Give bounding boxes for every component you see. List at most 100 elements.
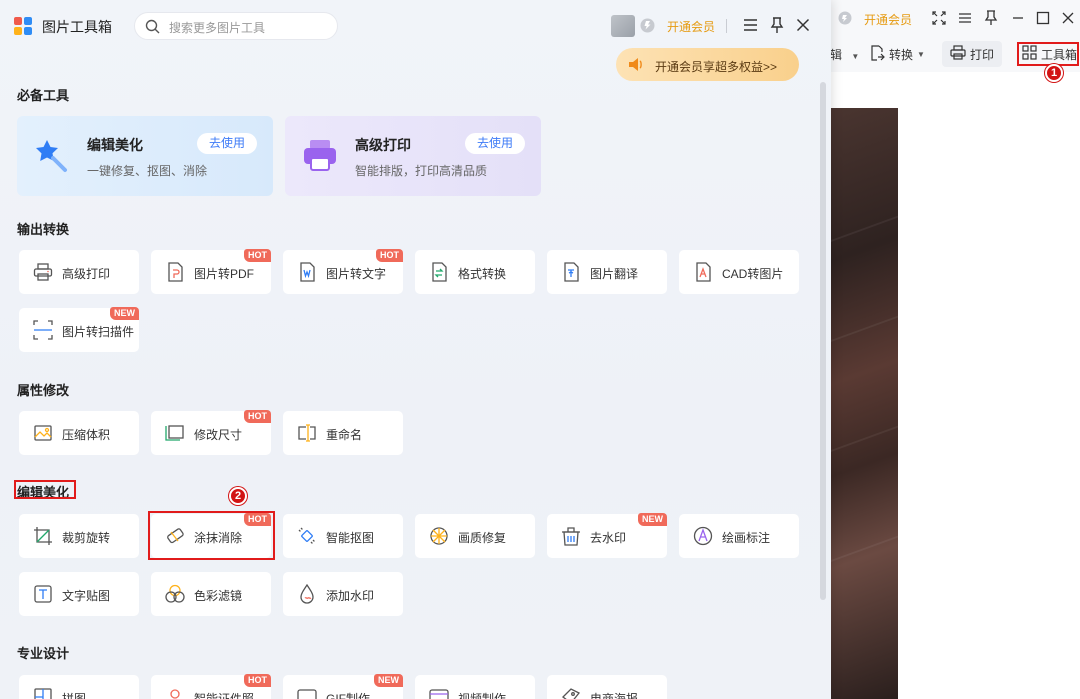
fullscreen-icon[interactable] [932,11,946,28]
tool-rename[interactable]: 重命名 [283,411,403,455]
draw-annotate-icon [693,526,713,546]
feature-card-title: 编辑美化 [87,137,143,153]
edit-menu-partial[interactable]: 辑 ▼ [830,46,859,63]
gif-icon [297,687,317,699]
tool-text-sticker[interactable]: 文字贴图 [19,572,139,616]
feature-card-title: 高级打印 [355,137,411,153]
tool-label: 重命名 [326,428,363,442]
tool-label: 高级打印 [62,267,111,281]
tool-quality-restore[interactable]: 画质修复 [415,514,535,558]
rename-icon [297,423,317,443]
remove-watermark-icon [561,526,581,546]
search-input[interactable]: 搜索更多图片工具 [134,12,338,40]
annotation-box-toolbox [1017,42,1079,66]
vip-shield-icon [838,11,852,25]
section-title-essential: 必备工具 [17,88,70,103]
tool-label: CAD转图片 [722,267,784,281]
window-close-icon[interactable] [1061,11,1075,28]
tool-video-maker[interactable]: 视频制作 [415,675,535,699]
search-placeholder: 搜索更多图片工具 [169,21,266,35]
annotation-marker-2: 2 [229,487,247,505]
tool-compress[interactable]: 压缩体积 [19,411,139,455]
feature-card-desc: 一键修复、抠图、消除 [87,164,208,178]
text-sticker-icon [33,584,53,604]
tool-smart-cutout[interactable]: 智能抠图 [283,514,403,558]
app-logo-icon [14,17,32,35]
tool-label: 图片转扫描件 [62,325,135,339]
tool-draw-annotate[interactable]: 绘画标注 [679,514,799,558]
tool-label: 画质修复 [458,531,507,545]
tool-label: 绘画标注 [722,531,771,545]
tool-ecommerce-poster[interactable]: 电商海报 [547,675,667,699]
feature-card-edit[interactable]: 编辑美化 一键修复、抠图、消除 去使用 [17,116,273,196]
tool-image-translate[interactable]: 图片翻译 [547,250,667,294]
tool-collage[interactable]: 拼图 [19,675,139,699]
tool-label: 去水印 [590,531,627,545]
chevron-down-icon: ▼ [851,52,860,61]
new-badge: NEW [638,513,667,526]
color-filter-icon [165,584,185,604]
tool-image-to-text[interactable]: 图片转文字 HOT [283,249,403,294]
vip-lightning-icon [640,18,655,36]
menu-icon[interactable] [743,18,758,35]
pin-icon[interactable] [770,17,784,36]
avatar[interactable] [611,15,635,37]
tool-resize[interactable]: 修改尺寸 HOT [151,410,271,455]
compress-icon [33,423,53,443]
id-photo-icon [165,687,185,699]
tool-advanced-print[interactable]: 高级打印 [19,250,139,294]
hamburger-menu-icon[interactable] [958,11,972,28]
section-title-design: 专业设计 [17,646,70,661]
pin-icon[interactable] [984,10,998,28]
vip-promo-banner[interactable]: 开通会员享超多权益>> [616,48,799,81]
translate-icon [561,262,581,282]
close-icon[interactable] [796,18,810,35]
format-convert-icon [429,262,449,282]
tool-label: 拼图 [62,692,87,699]
use-button[interactable]: 去使用 [465,133,525,154]
crop-icon [33,526,53,546]
tool-label: 图片转PDF [194,267,255,281]
new-badge: NEW [374,674,403,687]
new-badge: NEW [110,307,139,320]
hot-badge: HOT [244,249,271,262]
vip-link[interactable]: 开通会员 [667,18,715,35]
convert-button[interactable]: 转换 ▼ [870,45,925,64]
annotation-box-erase-tool [148,511,275,560]
convert-label: 转换 [889,48,914,62]
tool-label: 智能证件照 [194,692,255,699]
tool-id-photo[interactable]: 智能证件照 HOT [151,674,271,699]
maximize-icon[interactable] [1036,11,1050,28]
printer-icon [33,262,53,282]
preview-photo [830,108,898,699]
tool-format-convert[interactable]: 格式转换 [415,250,535,294]
use-button[interactable]: 去使用 [197,133,257,154]
tool-cad-to-image[interactable]: CAD转图片 [679,250,799,294]
tool-crop-rotate[interactable]: 裁剪旋转 [19,514,139,558]
tool-label: 图片翻译 [590,267,639,281]
print-button[interactable]: 打印 [942,41,1003,67]
tool-label: 格式转换 [458,267,507,281]
feature-card-print[interactable]: 高级打印 智能排版，打印高清品质 去使用 [285,116,541,196]
collage-icon [33,687,53,699]
panel-scrollbar-thumb[interactable] [820,82,826,600]
tool-label: 压缩体积 [62,428,111,442]
hot-badge: HOT [244,674,271,687]
tool-label: 修改尺寸 [194,428,243,442]
tool-color-filter[interactable]: 色彩滤镜 [151,572,271,616]
minimize-icon[interactable] [1011,11,1025,28]
tool-gif-maker[interactable]: GIF制作 NEW [283,674,403,699]
tool-image-to-scan[interactable]: 图片转扫描件 NEW [19,307,139,352]
tool-label: 电商海报 [590,692,639,699]
tool-add-watermark[interactable]: 添加水印 [283,572,403,616]
print-label: 打印 [970,47,995,62]
cutout-icon [297,526,317,546]
background-vip-link[interactable]: 开通会员 [864,11,912,28]
tool-remove-watermark[interactable]: 去水印 NEW [547,513,667,558]
tool-image-to-pdf[interactable]: 图片转PDF HOT [151,249,271,294]
panel-title: 图片工具箱 [42,19,112,35]
video-icon [429,687,449,699]
tool-label: 裁剪旋转 [62,531,111,545]
section-title-output: 输出转换 [17,222,70,237]
search-icon [145,19,160,37]
